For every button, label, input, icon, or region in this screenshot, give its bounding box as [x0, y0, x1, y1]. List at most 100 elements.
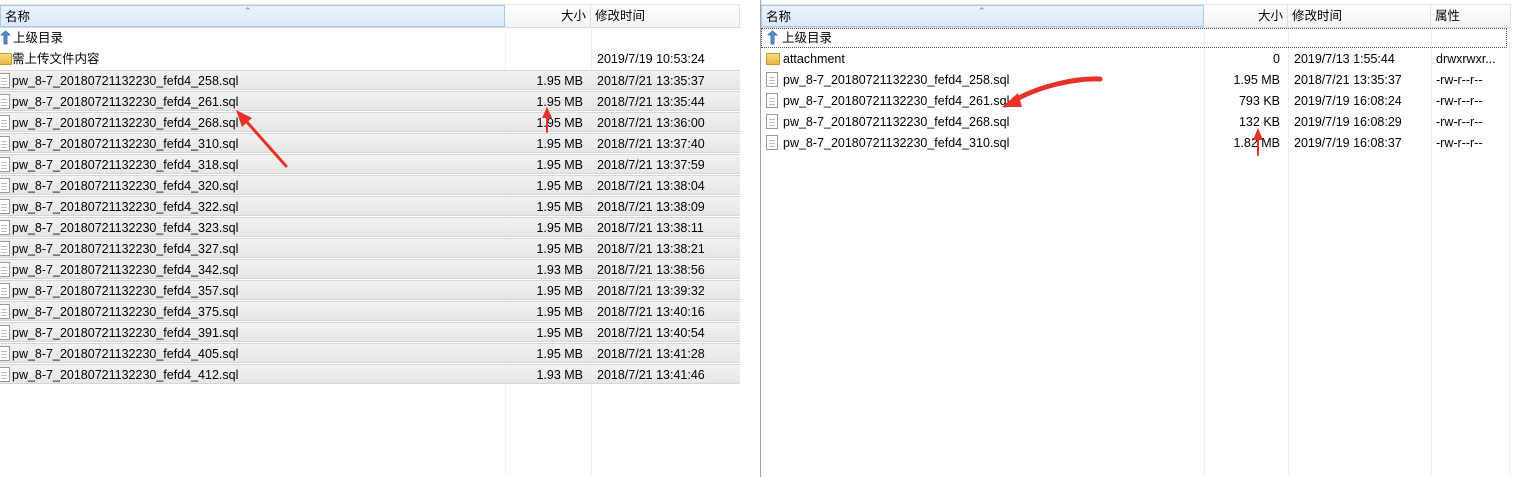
file-icon [0, 220, 10, 235]
file-name: pw_8-7_20180721132230_fefd4_310.sql [12, 137, 239, 151]
file-row[interactable]: pw_8-7_20180721132230_fefd4_357.sql 1.95 … [0, 280, 740, 300]
file-name: pw_8-7_20180721132230_fefd4_375.sql [12, 305, 239, 319]
column-divider [1509, 26, 1510, 477]
file-row[interactable]: pw_8-7_20180721132230_fefd4_310.sql 1.95 … [0, 133, 740, 153]
file-icon [0, 262, 10, 277]
file-modified: 2018/7/21 13:37:59 [597, 158, 705, 172]
local-col-size[interactable]: 大小 [505, 5, 591, 27]
local-col-name[interactable]: 名称 ⌃ [0, 5, 505, 27]
file-size: 1.82 MB [1233, 136, 1280, 150]
local-col-size-label: 大小 [560, 9, 586, 23]
file-name: pw_8-7_20180721132230_fefd4_323.sql [12, 221, 239, 235]
file-attributes: -rw-r--r-- [1436, 136, 1483, 150]
remote-col-attrs[interactable]: 属性 [1431, 5, 1511, 27]
file-modified: 2018/7/21 13:37:40 [597, 137, 705, 151]
file-modified: 2018/7/21 13:36:00 [597, 116, 705, 130]
folder-icon [766, 53, 780, 65]
file-name: pw_8-7_20180721132230_fefd4_318.sql [12, 158, 239, 172]
file-modified: 2018/7/21 13:38:04 [597, 179, 705, 193]
file-row[interactable]: pw_8-7_20180721132230_fefd4_261.sql 1.95 … [0, 91, 740, 111]
file-size: 1.95 MB [536, 347, 583, 361]
file-icon [0, 304, 10, 319]
file-modified: 2018/7/21 13:35:44 [597, 95, 705, 109]
file-size: 1.95 MB [536, 137, 583, 151]
file-row[interactable]: pw_8-7_20180721132230_fefd4_261.sql 793 K… [761, 91, 1507, 111]
file-modified: 2018/7/21 13:35:37 [1294, 73, 1402, 87]
file-icon [766, 114, 778, 129]
file-size: 1.95 MB [536, 326, 583, 340]
file-name: attachment [783, 52, 845, 66]
local-col-modified[interactable]: 修改时间 [591, 5, 740, 27]
up-dir-label: 上级目录 [782, 31, 833, 45]
file-size: 1.95 MB [536, 116, 583, 130]
file-icon [0, 325, 10, 340]
file-icon [0, 283, 10, 298]
file-row[interactable]: pw_8-7_20180721132230_fefd4_310.sql 1.82 … [761, 133, 1507, 153]
file-row[interactable]: pw_8-7_20180721132230_fefd4_258.sql 1.95 … [761, 70, 1507, 90]
local-file-pane[interactable]: 名称 ⌃ 大小 修改时间 上级目录 需上传文件内容 2019/7/19 10:53… [0, 0, 740, 477]
folder-row[interactable]: attachment 0 2019/7/13 1:55:44 drwxrwxr... [761, 49, 1507, 69]
file-icon [0, 367, 10, 382]
file-name: pw_8-7_20180721132230_fefd4_258.sql [12, 74, 239, 88]
file-size: 1.95 MB [536, 158, 583, 172]
file-name: pw_8-7_20180721132230_fefd4_357.sql [12, 284, 239, 298]
local-up-dir-row[interactable]: 上级目录 [0, 28, 740, 48]
file-name: pw_8-7_20180721132230_fefd4_268.sql [783, 115, 1010, 129]
local-col-modified-label: 修改时间 [595, 9, 646, 23]
file-name: pw_8-7_20180721132230_fefd4_261.sql [783, 94, 1010, 108]
remote-col-name[interactable]: 名称 ⌃ [761, 5, 1204, 27]
file-row[interactable]: pw_8-7_20180721132230_fefd4_322.sql 1.95 … [0, 196, 740, 216]
up-dir-label: 上级目录 [13, 31, 64, 45]
remote-up-dir-row[interactable]: 上级目录 [761, 28, 1507, 48]
file-attributes: -rw-r--r-- [1436, 73, 1483, 87]
file-size: 132 KB [1238, 115, 1280, 129]
file-size: 1.93 MB [536, 368, 583, 382]
file-row[interactable]: pw_8-7_20180721132230_fefd4_268.sql 132 K… [761, 112, 1507, 132]
file-row[interactable]: pw_8-7_20180721132230_fefd4_320.sql 1.95 … [0, 175, 740, 195]
file-size: 1.95 MB [536, 305, 583, 319]
file-name: pw_8-7_20180721132230_fefd4_310.sql [783, 136, 1010, 150]
file-modified: 2018/7/21 13:38:11 [597, 221, 704, 235]
focus-outline [761, 28, 1507, 48]
file-modified: 2018/7/21 13:38:21 [597, 242, 705, 256]
file-size: 1.95 MB [536, 179, 583, 193]
remote-col-attrs-label: 属性 [1435, 9, 1461, 23]
file-icon [766, 93, 778, 108]
file-icon [766, 72, 778, 87]
file-row[interactable]: pw_8-7_20180721132230_fefd4_342.sql 1.93 … [0, 259, 740, 279]
pane-splitter[interactable] [740, 0, 760, 477]
file-icon [0, 136, 10, 151]
file-name: pw_8-7_20180721132230_fefd4_268.sql [12, 116, 239, 130]
file-row[interactable]: pw_8-7_20180721132230_fefd4_412.sql 1.93 … [0, 364, 740, 384]
file-modified: 2018/7/21 13:41:28 [597, 347, 705, 361]
local-column-header: 名称 ⌃ 大小 修改时间 [0, 4, 740, 28]
file-name: pw_8-7_20180721132230_fefd4_258.sql [783, 73, 1010, 87]
file-modified: 2018/7/21 13:35:37 [597, 74, 705, 88]
file-size: 1.95 MB [536, 221, 583, 235]
up-directory-icon [766, 30, 779, 45]
file-row[interactable]: pw_8-7_20180721132230_fefd4_258.sql 1.95 … [0, 70, 740, 90]
remote-col-size[interactable]: 大小 [1204, 5, 1288, 27]
folder-row[interactable]: 需上传文件内容 2019/7/19 10:53:24 [0, 49, 740, 69]
file-name: 需上传文件内容 [12, 52, 100, 66]
file-modified: 2019/7/19 10:53:24 [597, 52, 705, 66]
file-modified: 2018/7/21 13:41:46 [597, 368, 705, 382]
file-row[interactable]: pw_8-7_20180721132230_fefd4_323.sql 1.95 … [0, 217, 740, 237]
file-icon [0, 94, 10, 109]
remote-col-name-label: 名称 [766, 10, 792, 24]
file-row[interactable]: pw_8-7_20180721132230_fefd4_405.sql 1.95 … [0, 343, 740, 363]
file-row[interactable]: pw_8-7_20180721132230_fefd4_375.sql 1.95 … [0, 301, 740, 321]
file-row[interactable]: pw_8-7_20180721132230_fefd4_318.sql 1.95 … [0, 154, 740, 174]
folder-icon [0, 53, 12, 65]
file-row[interactable]: pw_8-7_20180721132230_fefd4_268.sql 1.95 … [0, 112, 740, 132]
remote-col-size-label: 大小 [1257, 9, 1283, 23]
file-row[interactable]: pw_8-7_20180721132230_fefd4_327.sql 1.95 … [0, 238, 740, 258]
file-attributes: -rw-r--r-- [1436, 94, 1483, 108]
remote-file-pane[interactable]: 名称 ⌃ 大小 修改时间 属性 上级目录 attachment 0 2019/7/1… [760, 0, 1532, 477]
file-icon [0, 157, 10, 172]
remote-col-modified[interactable]: 修改时间 [1288, 5, 1431, 27]
file-modified: 2018/7/21 13:40:16 [597, 305, 705, 319]
file-size: 1.95 MB [536, 74, 583, 88]
file-icon [0, 346, 10, 361]
file-row[interactable]: pw_8-7_20180721132230_fefd4_391.sql 1.95 … [0, 322, 740, 342]
